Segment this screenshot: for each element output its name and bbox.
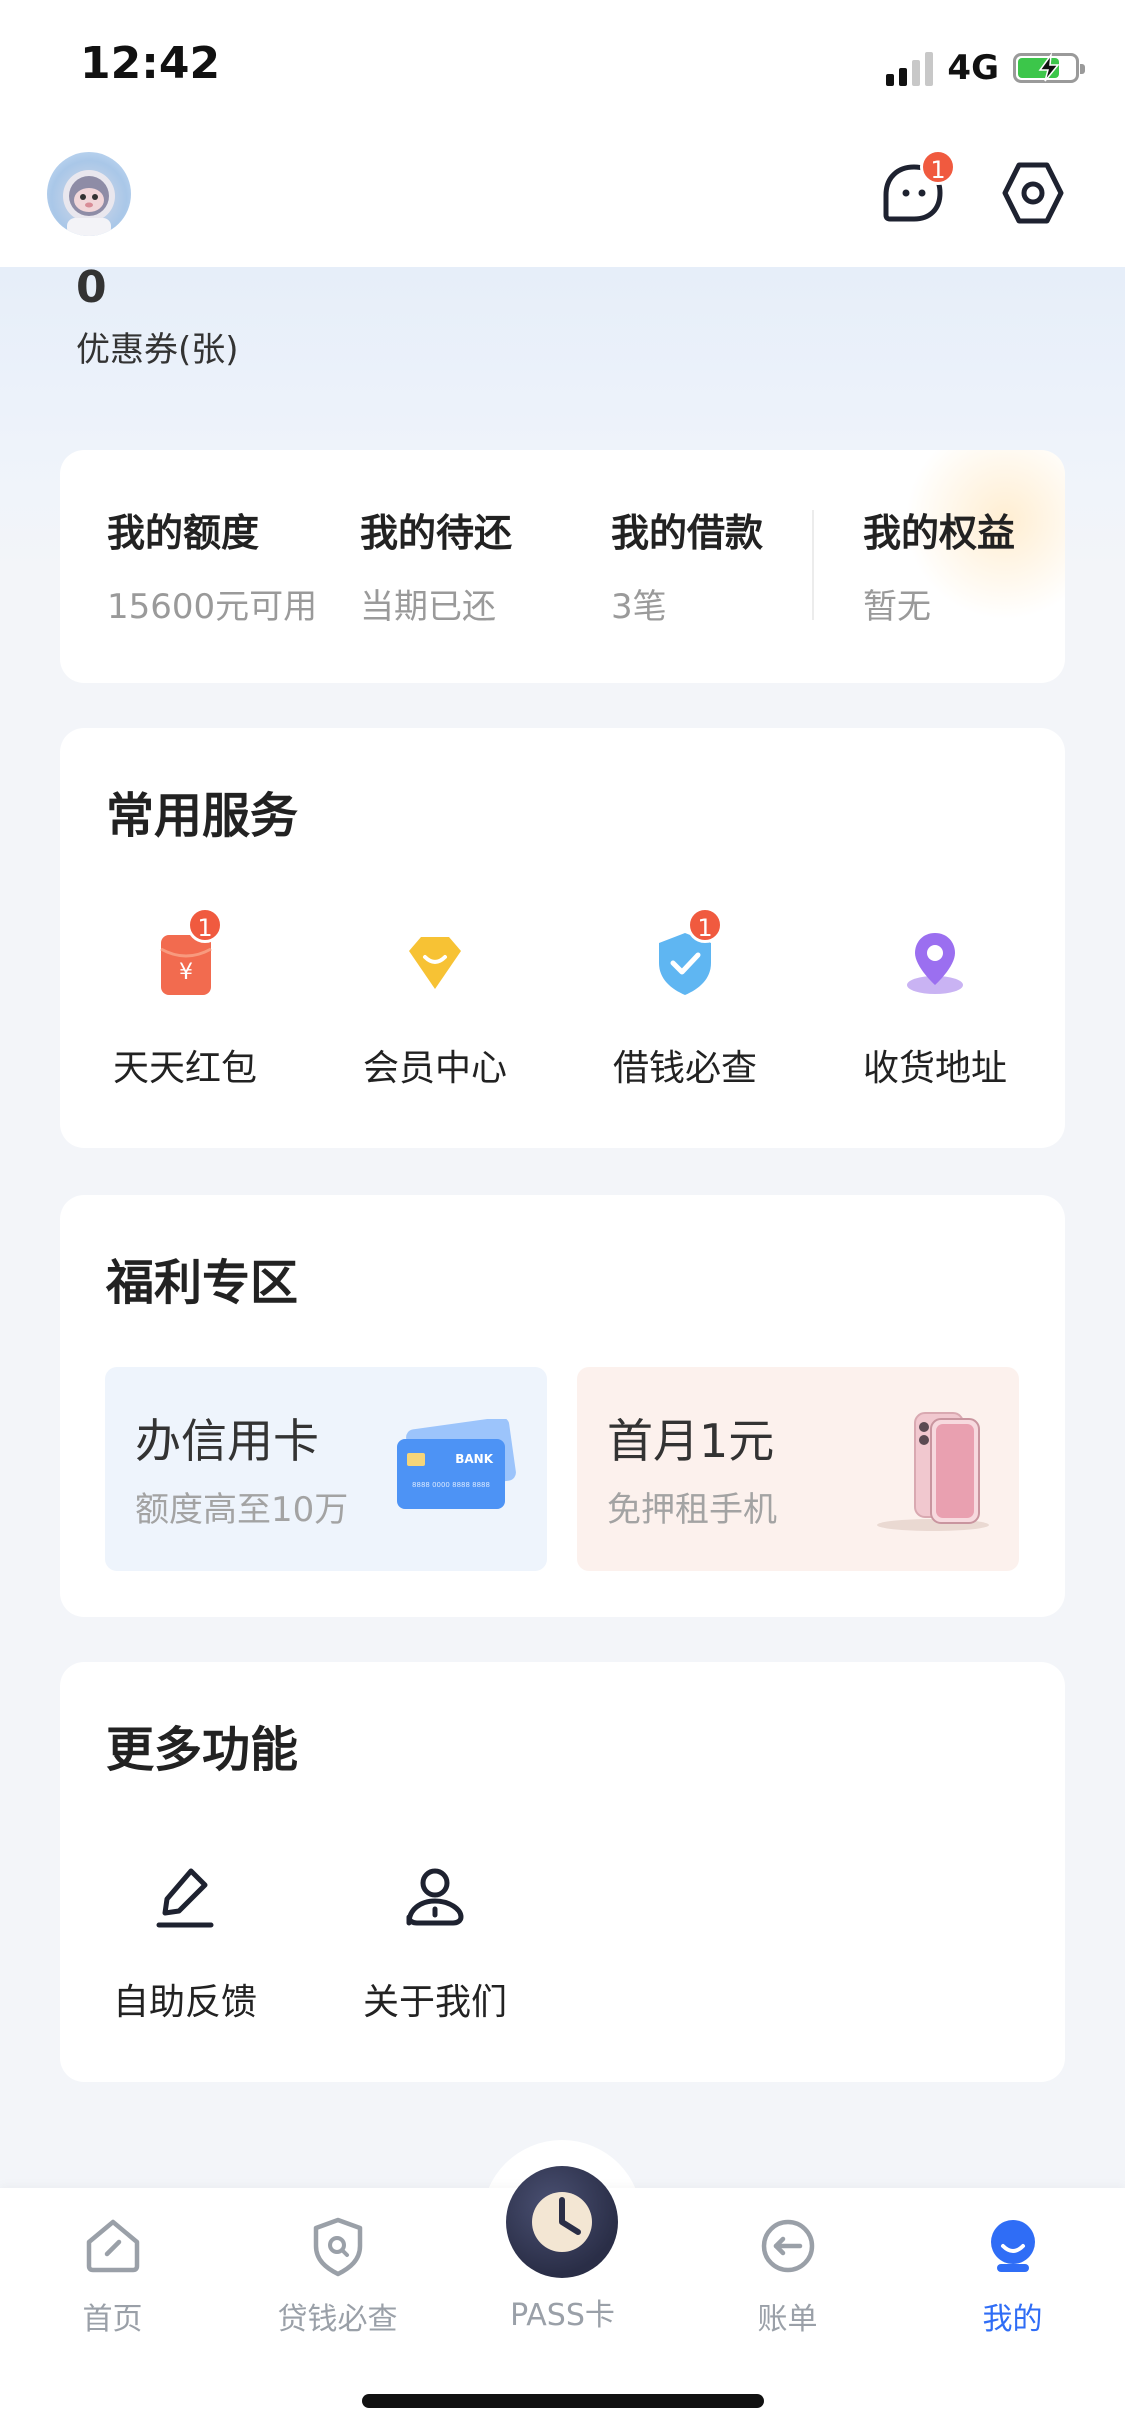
service-shipping-address[interactable]: 收货地址 xyxy=(810,923,1060,1091)
message-badge: 1 xyxy=(920,149,956,185)
battery-cap xyxy=(1080,64,1085,74)
tab-label: 首页 xyxy=(82,2302,143,2337)
repayment-item[interactable]: 我的待还 当期已还 xyxy=(360,502,512,628)
phone-rental-promo[interactable]: 首月1元 免押租手机 xyxy=(577,1367,1019,1571)
about-person-icon xyxy=(395,1857,475,1937)
charging-bolt-icon xyxy=(1038,53,1060,82)
tab-bills[interactable]: 账单 xyxy=(675,2214,900,2338)
status-indicators: 4G xyxy=(886,48,1085,88)
tab-profile[interactable]: 我的 xyxy=(900,2214,1125,2338)
promo-subtitle: 免押租手机 xyxy=(607,1490,777,1530)
status-time: 12:42 xyxy=(80,38,221,89)
service-loan-check[interactable]: 1 借钱必查 xyxy=(560,907,810,1091)
my-profile-screen: 12:42 4G 1 0 优惠券(张) 我的额度 15600元可用 我的待还 当… xyxy=(0,0,1125,2436)
coupon-label[interactable]: 优惠券(张) xyxy=(76,322,239,371)
benefits-value: 暂无 xyxy=(863,587,931,627)
service-badge: 1 xyxy=(187,907,223,943)
svg-text:¥: ¥ xyxy=(179,960,193,985)
repayment-title: 我的待还 xyxy=(360,511,513,555)
section-title: 常用服务 xyxy=(106,788,299,844)
tab-home[interactable]: 首页 xyxy=(0,2214,225,2338)
tab-label: 贷钱必查 xyxy=(277,2302,398,2337)
bank-card-icon: BANK 8888 0000 8888 8888 xyxy=(397,1419,516,1509)
service-red-envelope[interactable]: ¥ 1 天天红包 xyxy=(60,907,310,1091)
account-summary-card: 我的额度 15600元可用 我的待还 当期已还 我的借款 3笔 我的权益 暂无 xyxy=(60,450,1065,683)
status-bar: 12:42 4G xyxy=(0,0,1125,135)
header: 1 xyxy=(0,135,1125,267)
benefits-item[interactable]: 我的权益 暂无 xyxy=(863,502,1015,628)
service-badge: 1 xyxy=(687,907,723,943)
section-title: 更多功能 xyxy=(106,1722,299,1778)
red-envelope-icon: ¥ 1 xyxy=(145,907,225,1003)
service-label: 收货地址 xyxy=(862,1048,1007,1089)
settings-button[interactable] xyxy=(995,155,1071,231)
home-indicator xyxy=(362,2394,764,2408)
promo-title: 办信用卡 xyxy=(135,1414,319,1468)
about-us-item[interactable]: 关于我们 xyxy=(310,1857,560,2025)
service-label: 借钱必查 xyxy=(612,1048,757,1089)
smartphone-icon xyxy=(877,1412,989,1531)
vip-diamond-icon xyxy=(395,923,475,1003)
coupon-count[interactable]: 0 xyxy=(76,262,107,313)
location-pin-icon xyxy=(895,923,975,1003)
repayment-value: 当期已还 xyxy=(360,587,496,627)
credit-limit-item[interactable]: 我的额度 15600元可用 xyxy=(107,502,317,628)
signal-icon xyxy=(886,50,934,86)
common-services-card: 常用服务 ¥ 1 天天红包 会员中心 1 借钱必查 收货地址 xyxy=(60,728,1065,1148)
bank-card-brand: BANK xyxy=(455,1452,493,1466)
tab-label: 我的 xyxy=(982,2302,1043,2337)
service-label: 天天红包 xyxy=(112,1048,257,1089)
credit-limit-title: 我的额度 xyxy=(107,511,260,555)
home-icon xyxy=(86,2219,139,2273)
message-button[interactable]: 1 xyxy=(876,149,956,231)
service-vip-center[interactable]: 会员中心 xyxy=(310,923,560,1091)
loans-value: 3笔 xyxy=(611,587,667,627)
bank-card-number: 8888 0000 8888 8888 xyxy=(412,1481,490,1489)
more-label: 关于我们 xyxy=(362,1982,507,2023)
loans-title: 我的借款 xyxy=(611,511,764,555)
more-functions-card: 更多功能 自助反馈 关于我们 xyxy=(60,1662,1065,2082)
profile-icon xyxy=(990,2220,1035,2272)
welfare-zone-card: 福利专区 办信用卡 额度高至10万 BANK 8888 0000 8888 88… xyxy=(60,1195,1065,1617)
tab-label: PASS卡 xyxy=(510,2298,615,2333)
pass-card-button[interactable] xyxy=(506,2166,618,2278)
shield-check-icon: 1 xyxy=(645,907,725,1003)
network-label: 4G xyxy=(947,48,999,88)
promo-title: 首月1元 xyxy=(607,1414,775,1468)
credit-card-promo[interactable]: 办信用卡 额度高至10万 BANK 8888 0000 8888 8888 xyxy=(105,1367,547,1571)
benefits-title: 我的权益 xyxy=(863,511,1016,555)
hexagon-settings-icon xyxy=(1002,162,1064,224)
edit-pen-icon xyxy=(145,1857,225,1937)
feedback-item[interactable]: 自助反馈 xyxy=(60,1857,310,2025)
service-label: 会员中心 xyxy=(362,1048,507,1089)
shield-search-icon xyxy=(313,2217,362,2277)
pass-card-icon xyxy=(532,2192,592,2252)
more-label: 自助反馈 xyxy=(112,1982,257,2023)
battery-icon xyxy=(1013,53,1085,83)
promo-subtitle: 额度高至10万 xyxy=(135,1490,349,1530)
tab-label: 账单 xyxy=(757,2302,818,2337)
avatar[interactable] xyxy=(47,152,131,236)
divider xyxy=(812,510,814,620)
loans-item[interactable]: 我的借款 3笔 xyxy=(611,502,763,628)
bill-back-icon xyxy=(761,2219,814,2273)
astronaut-avatar-icon xyxy=(63,170,115,236)
tab-loan-check[interactable]: 贷钱必查 xyxy=(225,2214,450,2338)
section-title: 福利专区 xyxy=(106,1255,299,1311)
credit-limit-value: 15600元可用 xyxy=(107,587,318,627)
